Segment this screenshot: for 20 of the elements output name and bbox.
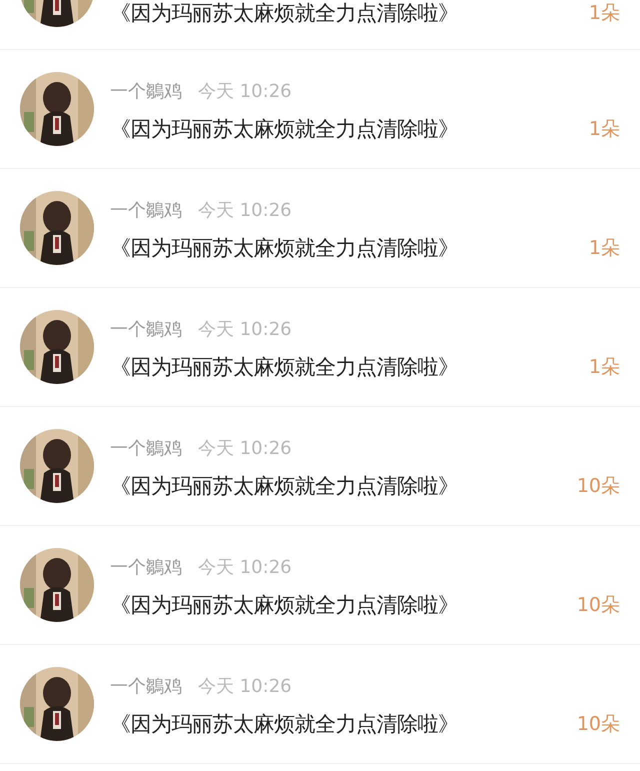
timestamp: 今天 10:26: [198, 199, 292, 222]
book-title[interactable]: 《因为玛丽苏太麻烦就全力点清除啦》: [110, 115, 458, 143]
timestamp: 今天 10:26: [198, 80, 292, 103]
book-title[interactable]: 《因为玛丽苏太麻烦就全力点清除啦》: [110, 0, 458, 27]
flower-count: 10朵: [576, 474, 620, 499]
timestamp: 今天 10:26: [198, 556, 292, 579]
flower-count: 1朵: [588, 1, 620, 26]
book-title[interactable]: 《因为玛丽苏太麻烦就全力点清除啦》: [110, 591, 458, 619]
timestamp: 今天 10:26: [198, 437, 292, 460]
book-title[interactable]: 《因为玛丽苏太麻烦就全力点清除啦》: [110, 353, 458, 381]
flower-count: 1朵: [588, 355, 620, 380]
book-title[interactable]: 《因为玛丽苏太麻烦就全力点清除啦》: [110, 472, 458, 500]
flower-count: 1朵: [588, 236, 620, 261]
flower-count: 10朵: [576, 712, 620, 737]
timestamp: 今天 10:26: [198, 675, 292, 698]
flower-count: 10朵: [576, 593, 620, 618]
book-title[interactable]: 《因为玛丽苏太麻烦就全力点清除啦》: [110, 234, 458, 262]
flower-count: 1朵: [588, 117, 620, 142]
timestamp: 今天 10:26: [198, 318, 292, 341]
book-title[interactable]: 《因为玛丽苏太麻烦就全力点清除啦》: [110, 710, 458, 738]
